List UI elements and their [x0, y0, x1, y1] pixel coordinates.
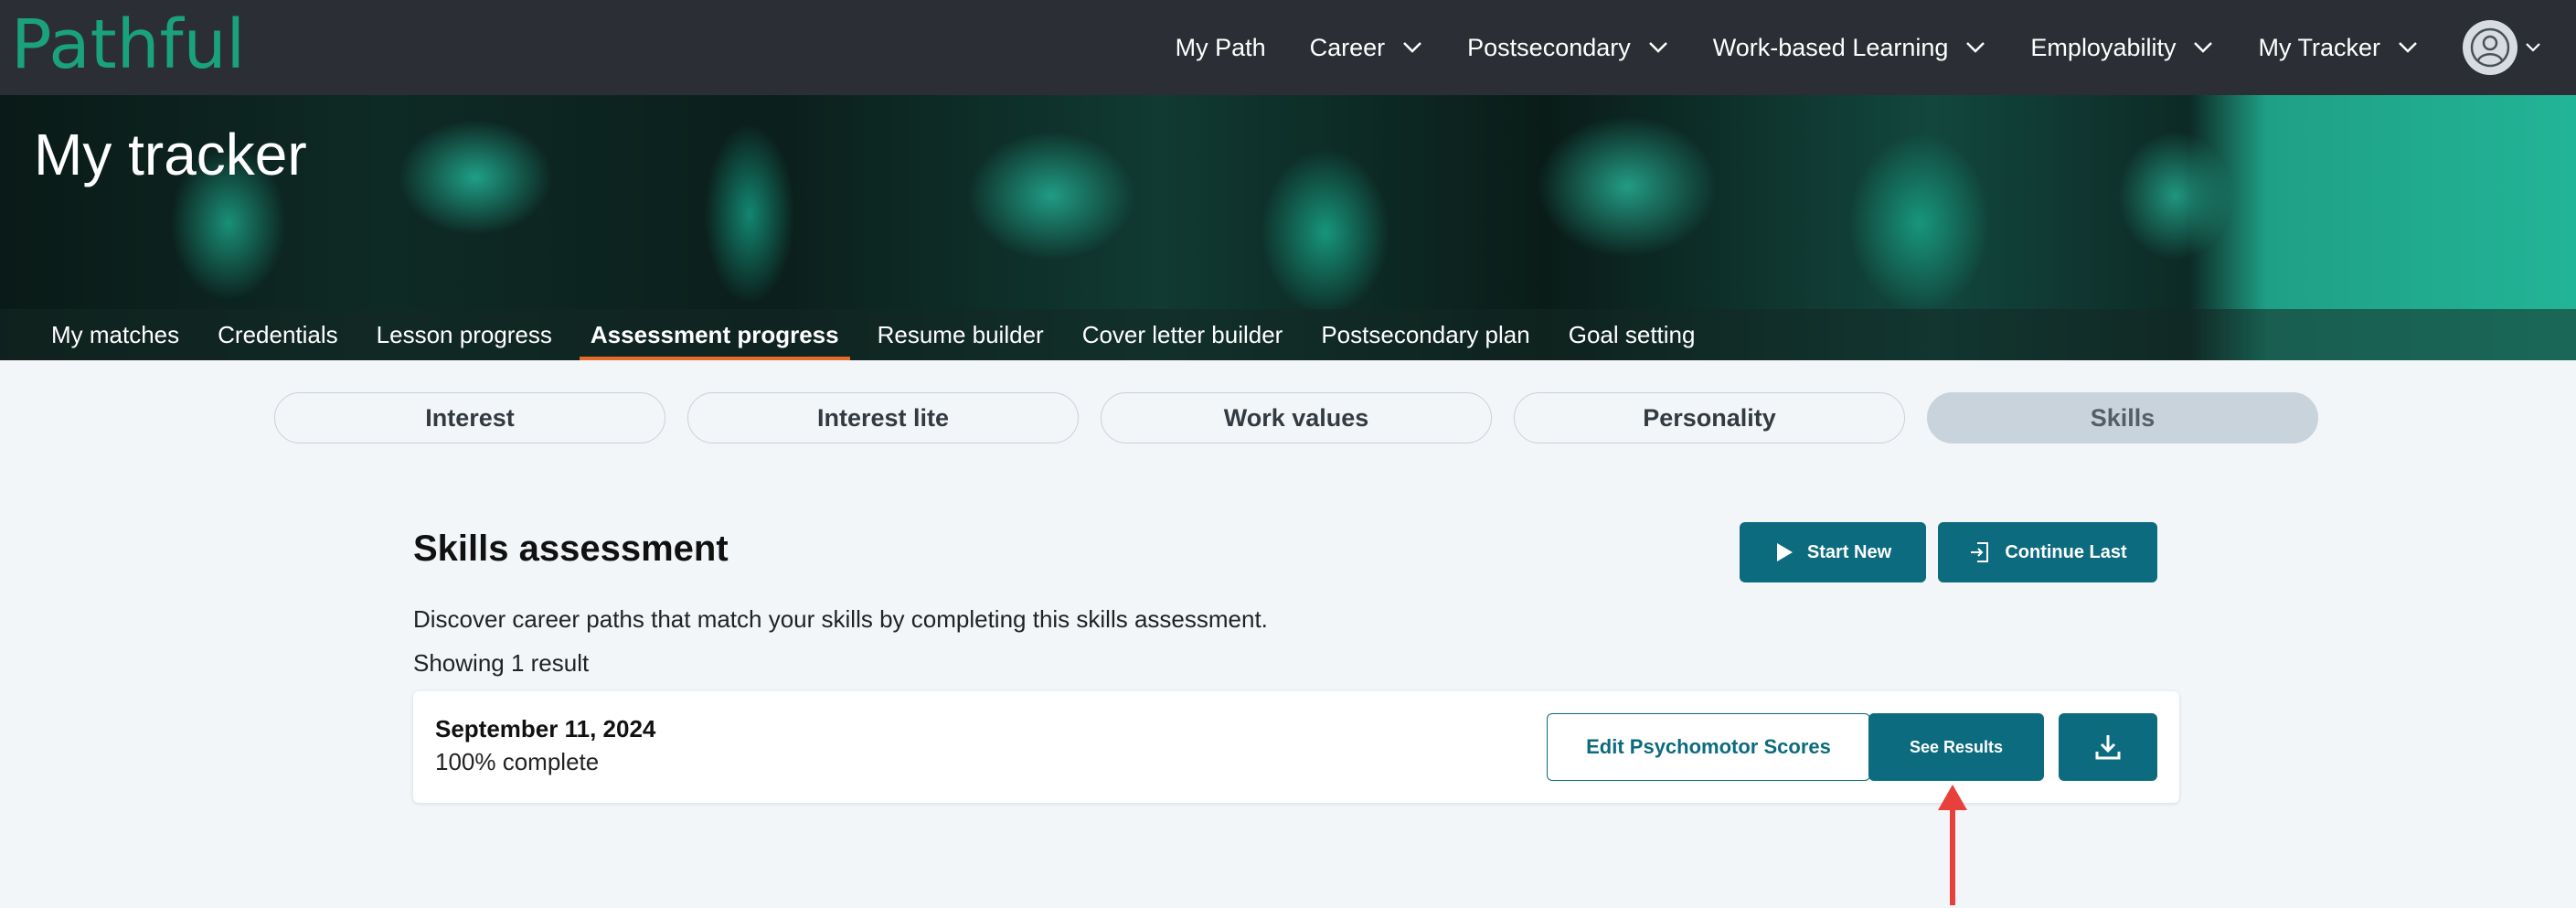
edit-psychomotor-scores-button[interactable]: Edit Psychomotor Scores	[1547, 713, 1870, 781]
play-icon	[1774, 541, 1794, 563]
tab-postsecondary-plan[interactable]: Postsecondary plan	[1321, 309, 1529, 360]
nav-label: Postsecondary	[1467, 33, 1631, 61]
nav-item-my-path[interactable]: My Path	[1176, 34, 1266, 62]
nav-item-employability[interactable]: Employability	[2030, 34, 2214, 62]
nav-item-my-tracker[interactable]: My Tracker	[2258, 34, 2419, 62]
result-count: Showing 1 result	[413, 649, 590, 677]
nav-label: Employability	[2030, 33, 2177, 61]
annotation-arrow-icon	[1938, 785, 1967, 905]
nav-item-postsecondary[interactable]: Postsecondary	[1467, 34, 1669, 62]
nav-item-career[interactable]: Career	[1310, 34, 1424, 62]
nav-label: Career	[1309, 33, 1386, 61]
chevron-down-icon	[2526, 43, 2540, 52]
section-title: Skills assessment	[413, 529, 729, 569]
subtab-interest[interactable]: Interest	[274, 392, 665, 443]
tab-resume-builder[interactable]: Resume builder	[878, 309, 1044, 360]
result-date: September 11, 2024	[435, 715, 656, 742]
subtab-interest-lite[interactable]: Interest lite	[687, 392, 1079, 443]
chevron-down-icon	[2399, 42, 2417, 53]
nav-label: My Tracker	[2258, 33, 2380, 61]
continue-last-button[interactable]: Continue Last	[1938, 522, 2157, 582]
subtab-skills[interactable]: Skills	[1927, 392, 2318, 443]
subtab-work-values[interactable]: Work values	[1101, 392, 1492, 443]
chevron-down-icon	[2194, 42, 2213, 53]
tab-lesson-progress[interactable]: Lesson progress	[377, 309, 552, 360]
tab-goal-setting[interactable]: Goal setting	[1569, 309, 1696, 360]
user-menu[interactable]	[2463, 20, 2541, 75]
assessment-description: Discover career paths that match your sk…	[413, 605, 1268, 633]
avatar	[2463, 20, 2517, 75]
chevron-down-icon	[1648, 42, 1667, 53]
user-circle-icon	[2470, 27, 2510, 68]
main-nav: My Path Career Postsecondary Work-based …	[1176, 0, 2576, 95]
result-card: September 11, 2024 100% complete Edit Ps…	[413, 691, 2179, 803]
see-results-button[interactable]: See Results	[1868, 713, 2044, 781]
tab-my-matches[interactable]: My matches	[51, 309, 179, 360]
sign-in-icon	[1968, 540, 1992, 564]
start-new-button[interactable]: Start New	[1740, 522, 1926, 582]
tracker-tabs: My matches Credentials Lesson progress A…	[0, 309, 2576, 360]
tab-credentials[interactable]: Credentials	[218, 309, 338, 360]
nav-label: Work-based Learning	[1712, 33, 1949, 61]
continue-last-label: Continue Last	[2005, 541, 2127, 562]
top-navigation: Pathful My Path Career Postsecondary Wor…	[0, 0, 2576, 95]
subtab-personality[interactable]: Personality	[1514, 392, 1905, 443]
chevron-down-icon	[1403, 42, 1422, 53]
page-title: My tracker	[34, 122, 307, 187]
download-button[interactable]	[2059, 713, 2157, 781]
start-new-label: Start New	[1806, 541, 1892, 562]
svg-text:Pathful: Pathful	[11, 7, 245, 84]
tab-assessment-progress[interactable]: Assessment progress	[579, 309, 850, 360]
tab-cover-letter-builder[interactable]: Cover letter builder	[1082, 309, 1283, 360]
nav-item-work-based-learning[interactable]: Work-based Learning	[1713, 34, 1987, 62]
result-status: 100% complete	[435, 748, 600, 775]
hero-banner: My tracker My matches Credentials Lesson…	[0, 95, 2576, 360]
pathful-logo[interactable]: Pathful	[11, 7, 249, 88]
nav-label: My Path	[1175, 33, 1266, 61]
download-icon	[2095, 735, 2121, 760]
assessment-type-tabs: Interest Interest lite Work values Perso…	[274, 392, 2340, 443]
chevron-down-icon	[1966, 42, 1985, 53]
